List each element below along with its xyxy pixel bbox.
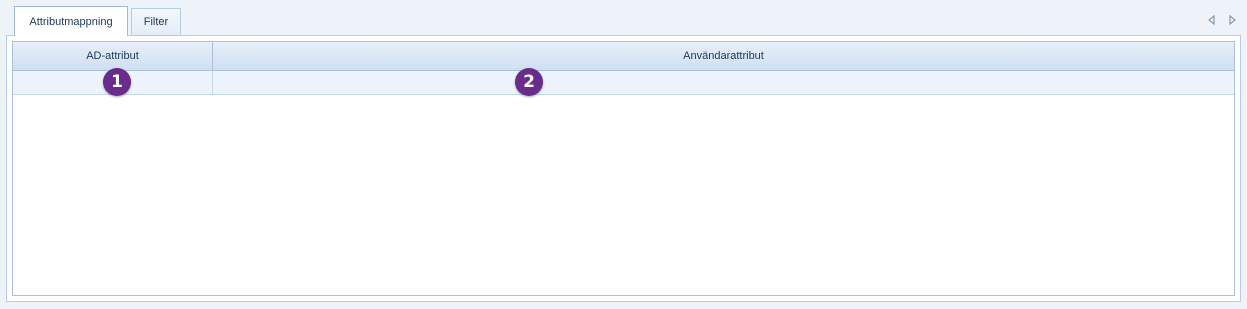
grid-header: AD-attribut Användarattribut [13,42,1234,71]
tab-content-panel: AD-attribut Användarattribut [6,35,1241,302]
tab-label: Attributmappning [29,15,113,28]
annotation-badge-2: 2 [515,68,543,96]
tab-strip: Attributmappning Filter [0,0,1247,36]
tab-attributmappning[interactable]: Attributmappning [14,6,128,36]
annotation-badge-1: 1 [103,68,131,96]
column-header-ad-attribut[interactable]: AD-attribut [13,42,213,70]
triangle-left-icon[interactable] [1206,14,1218,26]
attribute-mapping-grid: AD-attribut Användarattribut [12,41,1235,296]
filter-cell-anvandarattribut[interactable] [213,71,1234,94]
column-header-label: Användarattribut [683,50,764,62]
grid-filter-row [13,71,1234,95]
tab-filter[interactable]: Filter [131,8,181,35]
tab-label: Filter [143,16,169,28]
column-header-anvandarattribut[interactable]: Användarattribut [213,42,1234,70]
column-header-label: AD-attribut [86,50,139,62]
triangle-right-icon[interactable] [1226,14,1238,26]
